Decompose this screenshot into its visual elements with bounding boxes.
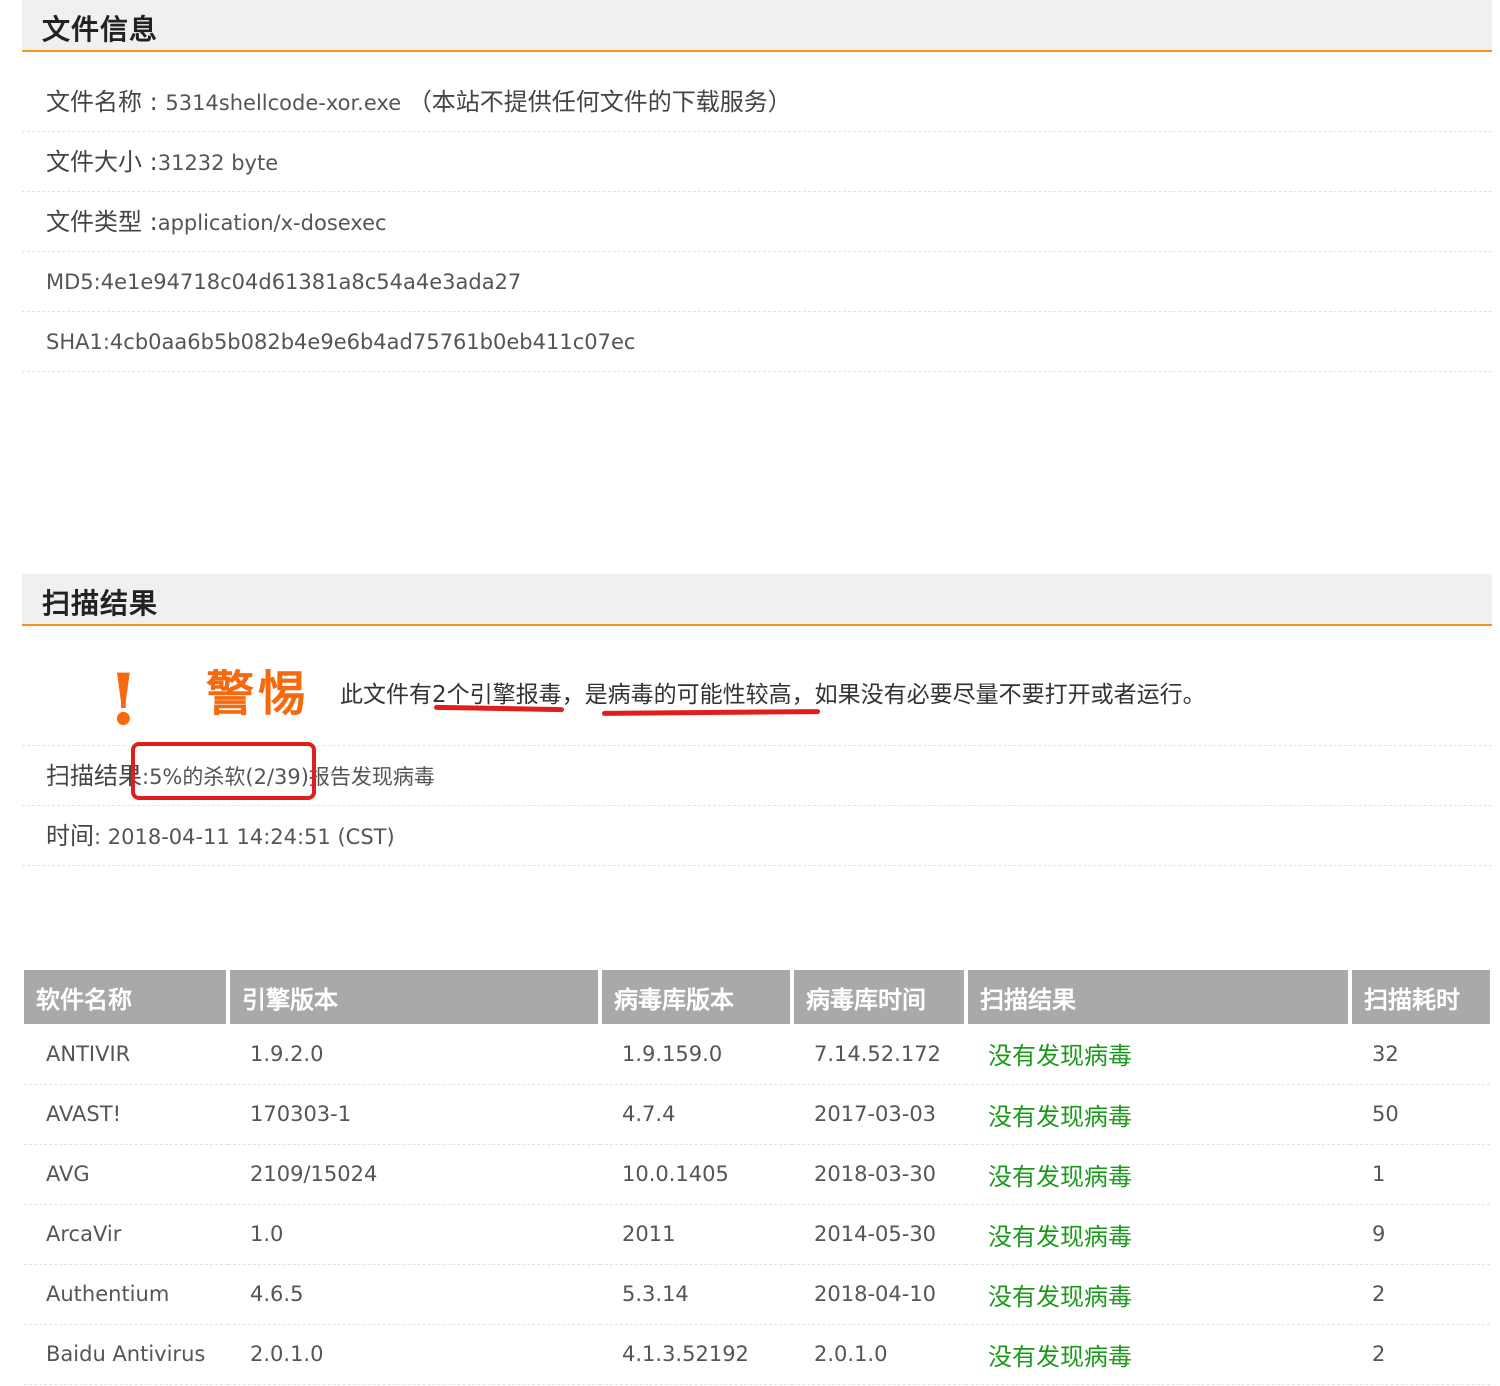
scan-duration-cell: 2 (1350, 1324, 1490, 1385)
scan-title: 扫描结果 (42, 587, 159, 620)
table-row: Authentium 4.6.5 5.3.14 2018-04-10 没有发现病… (24, 1264, 1490, 1325)
engine-version-cell: 1.0 (228, 1204, 600, 1265)
file-type-row: 文件类型 :application/x-dosexec (22, 192, 1492, 252)
engine-version-cell: 2.0.1.0 (228, 1324, 600, 1385)
table-row: AVAST! 170303-1 4.7.4 2017-03-03 没有发现病毒 … (24, 1084, 1490, 1145)
warning-row-divider (22, 686, 1492, 746)
header-scan-duration: 扫描耗时 (1350, 970, 1490, 1024)
software-name-cell: AVG (24, 1144, 228, 1205)
scan-time-row: 时间: 2018-04-11 14:24:51 (CST) (22, 806, 1492, 866)
file-size-value: 31232 byte (157, 151, 279, 175)
engine-version-cell: 1.9.2.0 (228, 1024, 600, 1085)
scan-time-value: : 2018-04-11 14:24:51 (CST) (94, 825, 395, 849)
scan-result-label: 扫描结果 (46, 762, 142, 790)
file-type-value: application/x-dosexec (157, 211, 387, 235)
file-info-header: 文件信息 (22, 0, 1492, 52)
engine-version-cell: 4.6.5 (228, 1264, 600, 1325)
db-time-cell: 2017-03-03 (792, 1084, 966, 1145)
header-software-name: 软件名称 (24, 970, 230, 1024)
scan-time-label: 时间 (46, 822, 94, 850)
db-time-cell: 2014-05-30 (792, 1204, 966, 1265)
scan-result-cell: 没有发现病毒 (966, 1084, 1350, 1145)
header-scan-result: 扫描结果 (966, 970, 1352, 1024)
scan-result-cell: 没有发现病毒 (966, 1264, 1350, 1325)
scan-result-cell: 没有发现病毒 (966, 1204, 1350, 1265)
sha1-row: SHA1:4cb0aa6b5b082b4e9e6b4ad75761b0eb411… (22, 312, 1492, 372)
engine-version-cell: 170303-1 (228, 1084, 600, 1145)
db-version-cell: 4.7.4 (600, 1084, 792, 1145)
software-name-cell: Authentium (24, 1264, 228, 1325)
header-db-version: 病毒库版本 (600, 970, 794, 1024)
table-row: ANTIVIR 1.9.2.0 1.9.159.0 7.14.52.172 没有… (24, 1024, 1490, 1085)
software-name-cell: ANTIVIR (24, 1024, 228, 1085)
db-time-cell: 2018-03-30 (792, 1144, 966, 1205)
table-row: Baidu Antivirus 2.0.1.0 4.1.3.52192 2.0.… (24, 1324, 1490, 1385)
db-time-cell: 2.0.1.0 (792, 1324, 966, 1385)
annotation-box-ratio (131, 742, 316, 800)
file-name-note: （本站不提供任何文件的下载服务） (407, 88, 792, 116)
scan-result-cell: 没有发现病毒 (966, 1324, 1350, 1385)
scan-result-cell: 没有发现病毒 (966, 1144, 1350, 1205)
sha1-value: SHA1:4cb0aa6b5b082b4e9e6b4ad75761b0eb411… (46, 330, 636, 354)
header-db-time: 病毒库时间 (792, 970, 968, 1024)
software-name-cell: AVAST! (24, 1084, 228, 1145)
db-version-cell: 5.3.14 (600, 1264, 792, 1325)
file-info-title: 文件信息 (42, 13, 159, 46)
software-name-cell: Baidu Antivirus (24, 1324, 228, 1385)
scan-duration-cell: 9 (1350, 1204, 1490, 1265)
scan-duration-cell: 32 (1350, 1024, 1490, 1085)
software-name-cell: ArcaVir (24, 1204, 228, 1265)
file-size-row: 文件大小 :31232 byte (22, 132, 1492, 192)
md5-value: MD5:4e1e94718c04d61381a8c54a4e3ada27 (46, 270, 522, 294)
md5-row: MD5:4e1e94718c04d61381a8c54a4e3ada27 (22, 252, 1492, 312)
file-name-label: 文件名称 : (46, 88, 166, 116)
table-header-row: 软件名称 引擎版本 病毒库版本 病毒库时间 扫描结果 扫描耗时 (24, 970, 1490, 1024)
db-version-cell: 1.9.159.0 (600, 1024, 792, 1085)
db-time-cell: 7.14.52.172 (792, 1024, 966, 1085)
db-version-cell: 10.0.1405 (600, 1144, 792, 1205)
table-row: ArcaVir 1.0 2011 2014-05-30 没有发现病毒 9 (24, 1204, 1490, 1265)
scan-results-table: 软件名称 引擎版本 病毒库版本 病毒库时间 扫描结果 扫描耗时 ANTIVIR … (24, 970, 1490, 1385)
scan-duration-cell: 2 (1350, 1264, 1490, 1325)
db-version-cell: 4.1.3.52192 (600, 1324, 792, 1385)
file-name-value: 5314shellcode-xor.exe (165, 91, 402, 115)
file-type-label: 文件类型 : (46, 208, 158, 236)
scan-header: 扫描结果 (22, 574, 1492, 626)
file-name-row: 文件名称 : 5314shellcode-xor.exe （本站不提供任何文件的… (22, 72, 1492, 132)
scan-duration-cell: 1 (1350, 1144, 1490, 1205)
table-row: AVG 2109/15024 10.0.1405 2018-03-30 没有发现… (24, 1144, 1490, 1205)
header-engine-version: 引擎版本 (228, 970, 602, 1024)
file-size-label: 文件大小 : (46, 148, 158, 176)
db-version-cell: 2011 (600, 1204, 792, 1265)
scan-duration-cell: 50 (1350, 1084, 1490, 1145)
engine-version-cell: 2109/15024 (228, 1144, 600, 1205)
scan-result-cell: 没有发现病毒 (966, 1024, 1350, 1085)
db-time-cell: 2018-04-10 (792, 1264, 966, 1325)
